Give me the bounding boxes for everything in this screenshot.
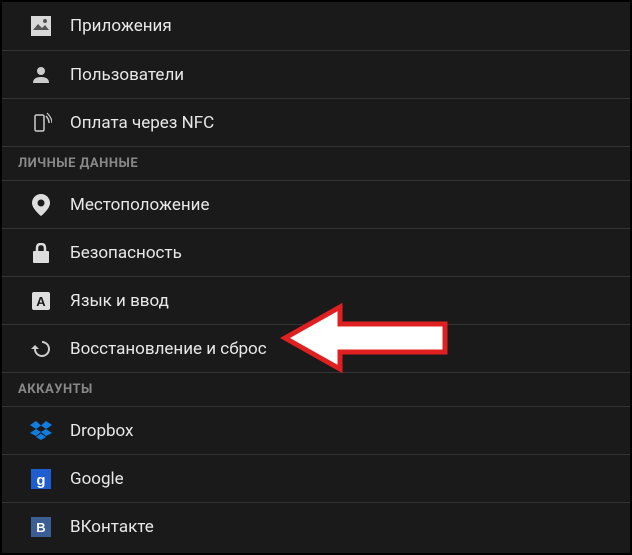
- nfc-icon: [30, 112, 52, 134]
- settings-item-users[interactable]: Пользователи: [2, 50, 630, 98]
- settings-item-google[interactable]: g Google: [2, 454, 630, 502]
- dropbox-icon: [30, 420, 52, 442]
- settings-list: Приложения Пользователи Оплата через NFC…: [2, 2, 630, 550]
- section-header-label: ЛИЧНЫЕ ДАННЫЕ: [18, 156, 138, 171]
- google-icon: g: [30, 468, 52, 490]
- settings-item-label: Безопасность: [70, 243, 182, 263]
- backup-reset-icon: [30, 338, 52, 360]
- settings-item-security[interactable]: Безопасность: [2, 228, 630, 276]
- svg-text:A: A: [36, 294, 46, 309]
- settings-item-label: Местоположение: [70, 195, 210, 215]
- language-icon: A: [30, 290, 52, 312]
- section-header-personal: ЛИЧНЫЕ ДАННЫЕ: [2, 146, 630, 180]
- settings-item-backup-reset[interactable]: Восстановление и сброс: [2, 324, 630, 372]
- svg-text:g: g: [36, 472, 45, 489]
- settings-item-vkontakte[interactable]: B ВКонтакте: [2, 502, 630, 550]
- section-header-accounts: АККАУНТЫ: [2, 372, 630, 406]
- apps-icon: [30, 15, 52, 37]
- section-header-label: АККАУНТЫ: [18, 382, 93, 397]
- settings-item-dropbox[interactable]: Dropbox: [2, 406, 630, 454]
- settings-item-label: Dropbox: [70, 421, 134, 441]
- settings-item-label: Восстановление и сброс: [70, 339, 267, 359]
- settings-item-language[interactable]: A Язык и ввод: [2, 276, 630, 324]
- security-icon: [30, 242, 52, 264]
- settings-item-label: Google: [70, 469, 124, 489]
- settings-item-location[interactable]: Местоположение: [2, 180, 630, 228]
- settings-item-label: ВКонтакте: [70, 517, 154, 537]
- settings-item-label: Оплата через NFC: [70, 113, 214, 133]
- users-icon: [30, 64, 52, 86]
- settings-item-label: Приложения: [70, 16, 172, 36]
- settings-item-apps[interactable]: Приложения: [2, 2, 630, 50]
- settings-item-label: Язык и ввод: [70, 291, 169, 311]
- settings-item-label: Пользователи: [70, 65, 184, 85]
- location-icon: [30, 194, 52, 216]
- settings-item-nfc[interactable]: Оплата через NFC: [2, 98, 630, 146]
- svg-text:B: B: [36, 520, 45, 535]
- vkontakte-icon: B: [30, 516, 52, 538]
